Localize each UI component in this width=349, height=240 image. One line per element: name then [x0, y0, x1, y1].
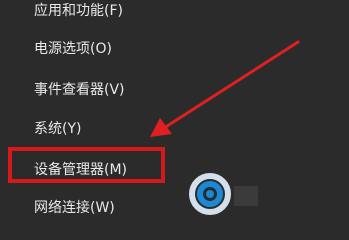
watermark-logo [189, 173, 258, 215]
menu-item-system[interactable]: 系统(Y) [34, 120, 81, 138]
menu-item-device-manager[interactable]: 设备管理器(M) [34, 161, 127, 179]
menu-item-apps-and-features[interactable]: 应用和功能(F) [34, 2, 123, 20]
context-menu: 应用和功能(F) 电源选项(O) 事件查看器(V) 系统(Y) 设备管理器(M)… [0, 0, 349, 224]
menu-item-event-viewer[interactable]: 事件查看器(V) [34, 81, 125, 99]
menu-item-power-options[interactable]: 电源选项(O) [34, 40, 112, 58]
menu-item-network-connections[interactable]: 网络连接(W) [34, 199, 115, 217]
